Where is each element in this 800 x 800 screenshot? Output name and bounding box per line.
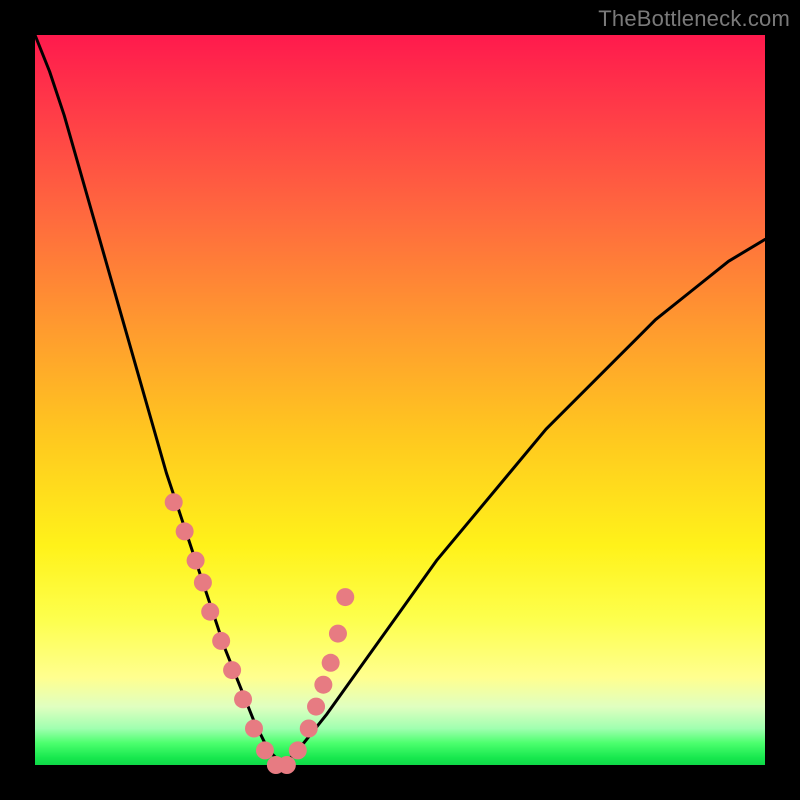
plot-area	[35, 35, 765, 765]
marker-point	[278, 756, 296, 774]
marker-point	[194, 574, 212, 592]
marker-point	[234, 690, 252, 708]
marker-point	[256, 741, 274, 759]
marker-point	[314, 676, 332, 694]
marker-point	[201, 603, 219, 621]
marker-point	[223, 661, 241, 679]
chart-frame: TheBottleneck.com	[0, 0, 800, 800]
marker-point	[245, 720, 263, 738]
marker-point	[212, 632, 230, 650]
marker-point	[165, 493, 183, 511]
marker-point	[322, 654, 340, 672]
bottleneck-curve	[35, 35, 765, 765]
watermark-text: TheBottleneck.com	[598, 6, 790, 32]
marker-point	[289, 741, 307, 759]
marker-point	[187, 552, 205, 570]
marker-point	[329, 625, 347, 643]
curve-layer	[35, 35, 765, 765]
chart-svg	[35, 35, 765, 765]
marker-point	[176, 522, 194, 540]
marker-point	[336, 588, 354, 606]
marker-point	[300, 720, 318, 738]
markers-layer	[165, 493, 355, 774]
marker-point	[307, 698, 325, 716]
